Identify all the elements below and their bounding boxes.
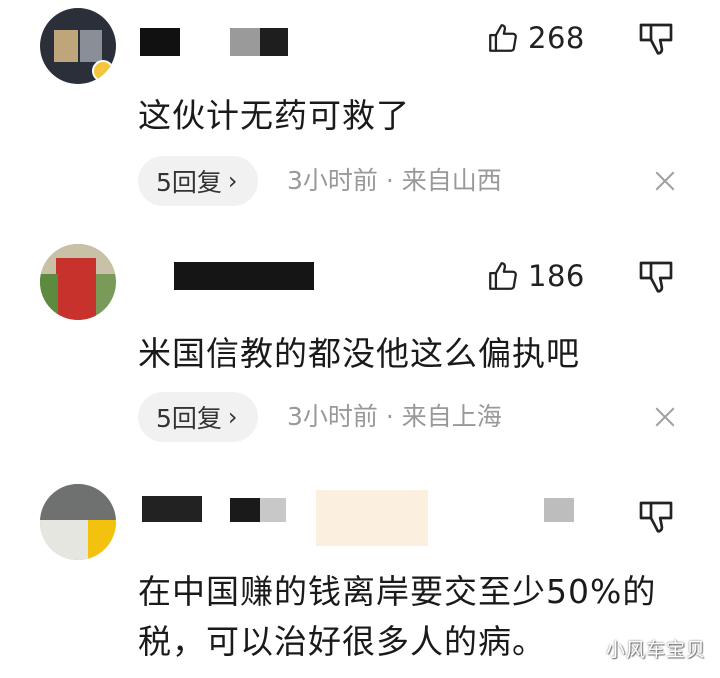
like-count: 268 <box>528 21 585 55</box>
comment-text: 米国信教的都没他这么偏执吧 <box>138 334 580 373</box>
chevron-right-icon: › <box>227 167 238 195</box>
replies-count: 5回复 <box>156 404 222 433</box>
replies-count: 5回复 <box>156 168 222 197</box>
like-button[interactable]: 186 <box>486 254 585 298</box>
replies-button[interactable]: 5回复 › <box>138 392 258 442</box>
dislike-button[interactable] <box>636 258 676 298</box>
username-redacted[interactable] <box>140 258 370 290</box>
avatar[interactable] <box>40 244 116 320</box>
comment-item: 186 米国信教的都没他这么偏执吧 5回复 › 3小时前 · 来自上海 <box>0 230 720 470</box>
comment-meta: 3小时前 · 来自上海 <box>287 402 502 431</box>
thumbs-down-icon <box>639 23 673 55</box>
comment-item: 268 这伙计无药可救了 5回复 › 3小时前 · 来自山西 <box>0 0 720 230</box>
like-count: 186 <box>528 259 585 293</box>
close-icon[interactable] <box>650 402 680 432</box>
username-redacted[interactable] <box>140 24 290 58</box>
verified-badge-icon <box>92 60 114 82</box>
comment-text: 这伙计无药可救了 <box>138 96 410 135</box>
dislike-button[interactable] <box>636 20 676 60</box>
avatar[interactable] <box>40 484 116 560</box>
comment-text-line: 税，可以治好很多人的病。 <box>138 622 546 661</box>
close-icon[interactable] <box>650 166 680 196</box>
thumbs-up-icon <box>489 24 517 52</box>
like-button[interactable]: 268 <box>486 16 585 60</box>
thumbs-down-icon <box>639 501 673 533</box>
comment-meta: 3小时前 · 来自山西 <box>287 166 502 195</box>
avatar[interactable] <box>40 8 116 84</box>
comment-text-line: 在中国赚的钱离岸要交至少50%的 <box>138 572 657 611</box>
username-redacted[interactable] <box>140 490 580 550</box>
watermark: 小风车宝贝 <box>605 639 706 661</box>
thumbs-down-icon <box>639 261 673 293</box>
thumbs-up-icon <box>489 262 517 290</box>
replies-button[interactable]: 5回复 › <box>138 156 258 206</box>
dislike-button[interactable] <box>636 498 676 538</box>
chevron-right-icon: › <box>227 403 238 431</box>
